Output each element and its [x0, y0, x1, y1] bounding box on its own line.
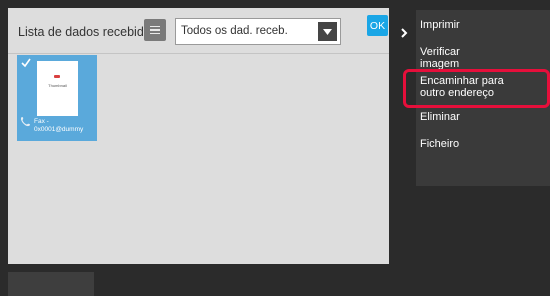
document-preview: Thumbnail [37, 61, 78, 116]
menu-item-label: Imprimir [420, 19, 460, 31]
filter-dropdown[interactable]: Todos os dad. receb. [175, 18, 341, 45]
page-title: Lista de dados recebidos [18, 25, 157, 39]
list-icon-line [150, 32, 160, 35]
menu-item-print[interactable]: Imprimir [420, 19, 460, 31]
menu-item-file[interactable]: Ficheiro [420, 138, 459, 150]
filter-value: Todos os dad. receb. [181, 25, 288, 37]
page-preview-text: Thumbnail [48, 83, 67, 88]
page-logo-mark [54, 75, 60, 78]
bottom-tab[interactable] [8, 272, 94, 296]
highlight-frame [403, 69, 550, 108]
menu-item-check-image[interactable]: Verificar imagem [420, 46, 460, 70]
chevron-down-icon [323, 28, 332, 35]
menu-item-label: Ficheiro [420, 138, 460, 150]
caption-line: Fax - [34, 118, 49, 125]
menu-item-delete[interactable]: Eliminar [420, 111, 460, 123]
received-item-thumbnail[interactable]: Thumbnail Fax - 0x0001@dummy [17, 55, 97, 141]
item-caption: Fax - 0x0001@dummy [34, 118, 83, 134]
fax-icon [20, 117, 30, 127]
menu-item-label: Verificar [420, 46, 460, 58]
list-view-button[interactable] [144, 19, 166, 41]
list-header: Lista de dados recebidos Todos os dad. r… [8, 8, 389, 54]
menu-item-label: Eliminar [420, 111, 460, 123]
ok-button[interactable]: OK [367, 15, 388, 36]
list-icon-line [150, 25, 160, 28]
dropdown-arrow-button[interactable] [318, 22, 337, 41]
chevron-right-icon[interactable] [398, 26, 410, 40]
check-icon [21, 58, 31, 68]
caption-line: 0x0001@dummy [34, 126, 84, 133]
received-data-panel: Lista de dados recebidos Todos os dad. r… [8, 8, 389, 264]
list-icon-line [150, 29, 160, 31]
